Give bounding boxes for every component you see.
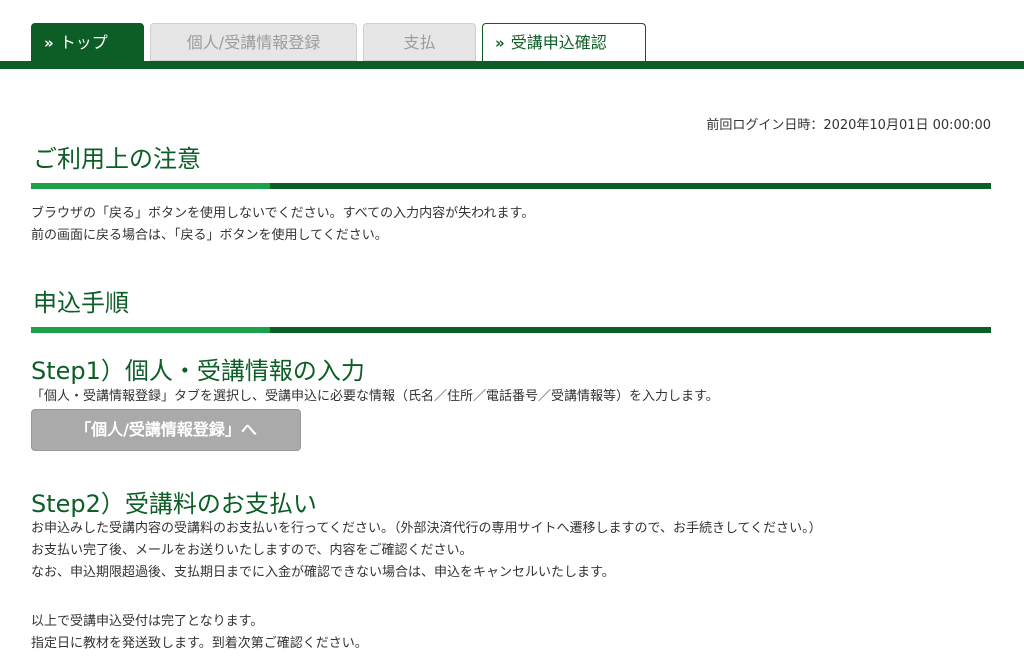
step1-description: 「個人・受講情報登録」タブを選択し、受講申込に必要な情報（氏名／住所／電話番号／…	[31, 389, 719, 404]
tab-application-confirm-label: 受講申込確認	[510, 33, 607, 52]
tab-personal-info-label: 個人/受講情報登録	[186, 33, 321, 52]
closing-line: 指定日に教材を発送致します。到着次第ご確認ください。	[31, 636, 368, 651]
tab-top-label: トップ	[59, 33, 108, 52]
notice-divider	[31, 183, 991, 189]
personal-info-registration-button: 「個人/受講情報登録」へ	[31, 409, 301, 451]
closing-line: 以上で受講申込受付は完了となります。	[31, 614, 264, 629]
divider-accent	[31, 327, 270, 333]
step2-text: お申込みした受講内容の受講料のお支払いを行ってください。（外部決済代行の専用サイ…	[31, 518, 822, 584]
divider-accent	[31, 183, 270, 189]
step2-line: お支払い完了後、メールをお送りいたしますので、内容をご確認ください。	[31, 543, 473, 558]
tab-payment-label: 支払	[403, 33, 436, 52]
tab-application-confirm[interactable]: » 受講申込確認	[482, 23, 646, 63]
step2-line: お申込みした受講内容の受講料のお支払いを行ってください。（外部決済代行の専用サイ…	[31, 521, 822, 536]
notice-line: ブラウザの「戻る」ボタンを使用しないでください。すべての入力内容が失われます。	[31, 206, 535, 221]
double-chevron-right-icon: »	[495, 34, 505, 52]
tab-bar-area: » トップ 個人/受講情報登録 支払 » 受講申込確認	[0, 0, 1024, 70]
double-chevron-right-icon: »	[44, 34, 54, 52]
notice-line: 前の画面に戻る場合は、「戻る」ボタンを使用してください。	[31, 228, 388, 243]
procedure-title: 申込手順	[33, 289, 129, 317]
closing-text: 以上で受講申込受付は完了となります。 指定日に教材を発送致します。到着次第ご確認…	[31, 611, 368, 655]
tab-personal-info: 個人/受講情報登録	[150, 23, 357, 61]
tab-underline-bar	[0, 61, 1024, 69]
step2-title: Step2）受講料のお支払い	[31, 490, 317, 518]
step2-line: なお、申込期限超過後、支払期日までに入金が確認できない場合は、申込をキャンセルい…	[31, 565, 615, 580]
last-login-timestamp: 前回ログイン日時：2020年10月01日 00:00:00	[706, 118, 991, 133]
notice-text: ブラウザの「戻る」ボタンを使用しないでください。すべての入力内容が失われます。 …	[31, 203, 534, 247]
tab-top[interactable]: » トップ	[31, 23, 144, 61]
step1-title: Step1）個人・受講情報の入力	[31, 357, 365, 385]
tab-payment: 支払	[363, 23, 476, 61]
procedure-divider	[31, 327, 991, 333]
notice-title: ご利用上の注意	[33, 145, 201, 173]
